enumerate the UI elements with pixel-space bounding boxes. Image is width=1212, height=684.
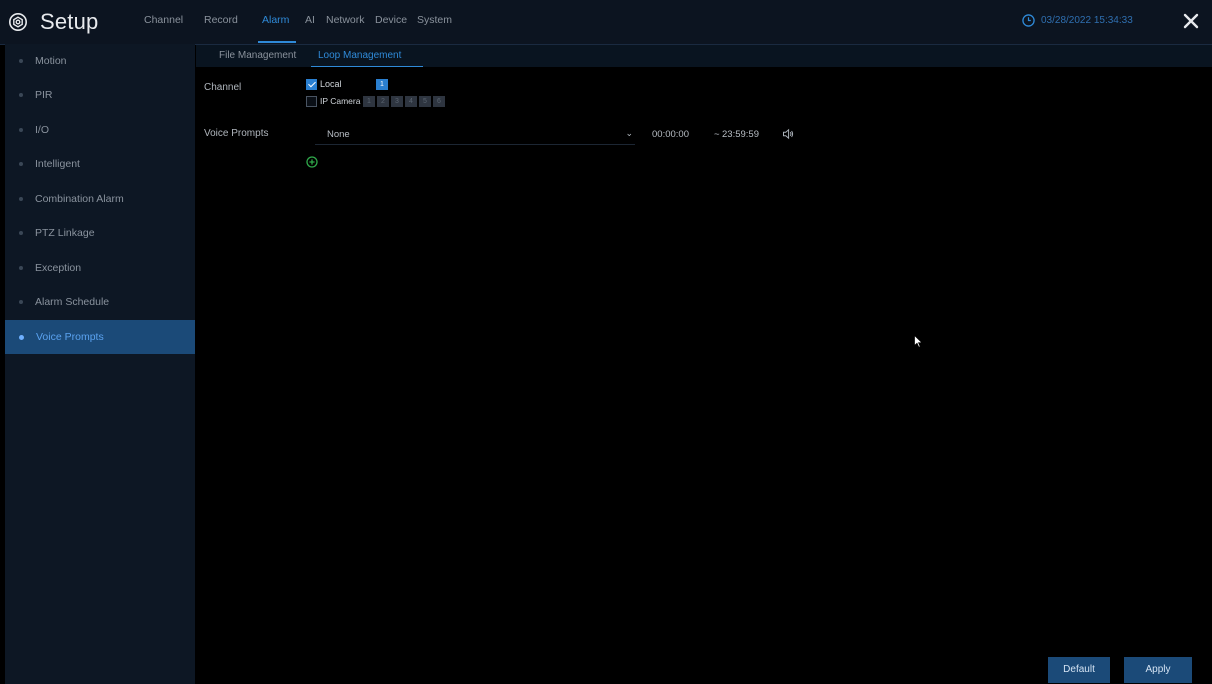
sidebar-item-label: Alarm Schedule [35,296,110,308]
tab-alarm[interactable]: Alarm [262,14,289,26]
default-button[interactable]: Default [1048,657,1110,683]
datetime-text: 03/28/2022 15:34:33 [1041,15,1133,26]
voice-prompt-value: None [327,129,350,140]
tab-device[interactable]: Device [375,14,407,26]
ip-camera-label: IP Camera [320,96,361,106]
bullet-icon [19,59,23,63]
active-tab-underline [258,41,296,43]
subtab-underline [311,66,423,67]
bullet-icon [19,300,23,304]
voice-prompts-label: Voice Prompts [204,128,269,139]
bullet-icon [19,231,23,235]
start-time-field[interactable]: 00:00:00 [652,129,689,140]
local-checkbox[interactable] [306,79,317,90]
sidebar-item-combination-alarm[interactable]: Combination Alarm [5,182,195,216]
bullet-icon [19,93,23,97]
ip-channel-6-button[interactable]: 6 [433,96,445,107]
bullet-icon [19,197,23,201]
bullet-icon [19,162,23,166]
bullet-icon [19,128,23,132]
ip-channel-4-button[interactable]: 4 [405,96,417,107]
subtab-file-management[interactable]: File Management [219,50,296,61]
sidebar-item-alarm-schedule[interactable]: Alarm Schedule [5,285,195,319]
ip-channel-5-button[interactable]: 5 [419,96,431,107]
close-icon[interactable] [1180,10,1202,32]
app-title: Setup [40,9,99,34]
voice-prompt-select[interactable]: None ⌄ [315,124,635,145]
sidebar-item-intelligent[interactable]: Intelligent [5,147,195,181]
sidebar-item-label: Motion [35,55,67,67]
tab-ai[interactable]: AI [305,14,315,26]
tab-record[interactable]: Record [204,14,238,26]
sidebar: Motion PIR I/O Intelligent Combination A… [5,44,195,684]
chevron-down-icon: ⌄ [625,128,633,138]
tab-network[interactable]: Network [326,14,365,26]
subtab-loop-management[interactable]: Loop Management [318,50,401,61]
sidebar-item-pir[interactable]: PIR [5,78,195,112]
subtab-bar: File Management Loop Management [196,45,1212,67]
ip-camera-checkbox[interactable] [306,96,317,107]
bullet-icon [19,334,24,340]
time-separator: ~ [714,129,720,140]
setup-logo: Setup [8,9,99,35]
apply-button[interactable]: Apply [1124,657,1192,683]
ip-channel-2-button[interactable]: 2 [377,96,389,107]
local-label: Local [320,79,342,89]
sidebar-item-label: PTZ Linkage [35,227,95,239]
add-icon[interactable] [306,156,318,168]
end-time-field[interactable]: 23:59:59 [722,129,759,140]
ip-channel-1-button[interactable]: 1 [363,96,375,107]
mouse-pointer-icon [914,335,923,348]
sidebar-item-label: Exception [35,262,82,274]
channel-label: Channel [204,82,242,93]
tab-channel[interactable]: Channel [144,14,183,26]
system-clock: 03/28/2022 15:34:33 [1022,14,1133,27]
top-bar: Setup Channel Record Alarm AI Network De… [0,0,1212,44]
ip-channel-3-button[interactable]: 3 [391,96,403,107]
gear-icon [9,13,27,31]
sidebar-item-label: Combination Alarm [35,193,124,205]
sidebar-item-io[interactable]: I/O [5,113,195,147]
sidebar-item-motion[interactable]: Motion [5,44,195,78]
local-channel-1-button[interactable]: 1 [376,79,388,90]
sidebar-item-ptz-linkage[interactable]: PTZ Linkage [5,216,195,250]
sidebar-item-label: I/O [35,124,50,136]
bullet-icon [19,266,23,270]
sidebar-item-label: Intelligent [35,158,80,170]
clock-icon [1022,14,1035,27]
sidebar-item-label: Voice Prompts [36,331,104,343]
sidebar-item-exception[interactable]: Exception [5,251,195,285]
sidebar-item-label: PIR [35,89,53,101]
sidebar-item-voice-prompts[interactable]: Voice Prompts [5,320,195,354]
speaker-icon[interactable] [782,128,794,140]
tab-system[interactable]: System [417,14,452,26]
